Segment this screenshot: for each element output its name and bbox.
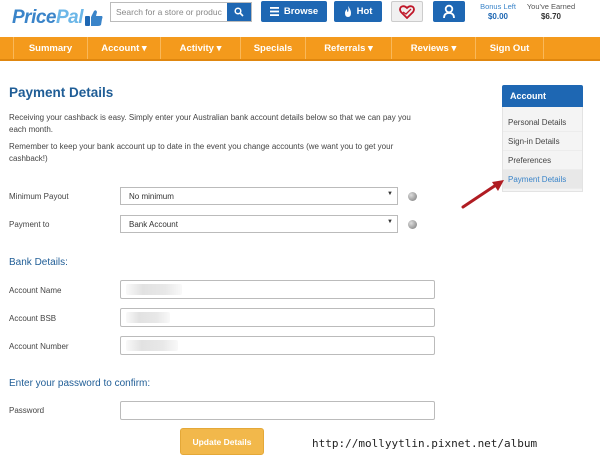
- nav-activity[interactable]: Activity ▾: [161, 37, 241, 59]
- chevron-down-icon: ▼: [387, 191, 393, 197]
- account-name-redacted: [126, 284, 182, 295]
- bonus-left: Bonus Left $0.00: [475, 2, 521, 22]
- bonus-left-label: Bonus Left: [480, 2, 516, 11]
- page-title: Payment Details: [9, 85, 114, 100]
- nav-specials[interactable]: Specials: [241, 37, 306, 59]
- password-field[interactable]: [120, 401, 435, 420]
- list-icon: [269, 7, 279, 16]
- payment-to-value: Bank Account: [129, 219, 178, 229]
- browse-label: Browse: [283, 6, 319, 17]
- favourites-button[interactable]: [391, 1, 423, 22]
- flame-icon: [344, 6, 352, 17]
- payment-to-label: Payment to: [9, 220, 50, 229]
- search-box: [110, 2, 252, 22]
- watermark: http://mollyytlin.pixnet.net/album: [312, 437, 538, 450]
- account-bsb-redacted: [126, 312, 170, 323]
- annotation-arrow-icon: [461, 180, 504, 209]
- header: PricePal Browse Hot: [0, 0, 600, 37]
- account-number-label: Account Number: [9, 342, 69, 351]
- hot-label: Hot: [356, 6, 373, 17]
- hot-button[interactable]: Hot: [334, 1, 382, 22]
- you-earned-value: $6.70: [540, 12, 562, 21]
- chevron-down-icon: ▼: [387, 219, 393, 225]
- sidebar-menu: Personal Details Sign-in Details Prefere…: [502, 107, 583, 192]
- account-name-label: Account Name: [9, 286, 62, 295]
- thumbs-up-icon: [85, 10, 103, 26]
- help-icon[interactable]: [408, 192, 417, 201]
- nav-reviews[interactable]: Reviews ▾: [392, 37, 476, 59]
- sidebar-item-personal-details[interactable]: Personal Details: [503, 113, 582, 132]
- nav-sign-out[interactable]: Sign Out: [476, 37, 544, 59]
- reminder-text: Remember to keep your bank account up to…: [9, 142, 394, 163]
- minimum-payout-select[interactable]: No minimum ▼: [120, 187, 398, 205]
- sidebar-item-preferences[interactable]: Preferences: [503, 151, 582, 170]
- logo-text-pal: Pal: [55, 7, 84, 28]
- bank-details-heading: Bank Details:: [9, 257, 68, 268]
- account-number-redacted: [126, 340, 178, 351]
- main-nav: Summary Account ▾ Activity ▾ Specials Re…: [0, 37, 600, 61]
- bonus-left-value: $0.00: [487, 12, 509, 21]
- you-earned: You've Earned $6.70: [523, 2, 579, 22]
- search-icon: [234, 7, 244, 17]
- confirm-password-heading: Enter your password to confirm:: [9, 378, 151, 389]
- sidebar-title: Account: [502, 85, 583, 107]
- search-input[interactable]: [111, 3, 227, 21]
- heart-icon: [399, 4, 415, 19]
- account-sidebar: Account Personal Details Sign-in Details…: [502, 85, 583, 192]
- sidebar-item-sign-in-details[interactable]: Sign-in Details: [503, 132, 582, 151]
- you-earned-label: You've Earned: [526, 2, 576, 11]
- update-details-button[interactable]: Update Details: [180, 428, 264, 455]
- account-button[interactable]: [433, 1, 465, 22]
- password-label: Password: [9, 406, 45, 415]
- nav-account[interactable]: Account ▾: [88, 37, 161, 59]
- nav-referrals[interactable]: Referrals ▾: [306, 37, 392, 59]
- payment-to-select[interactable]: Bank Account ▼: [120, 215, 398, 233]
- account-bsb-label: Account BSB: [9, 314, 57, 323]
- minimum-payout-label: Minimum Payout: [9, 192, 69, 201]
- nav-summary[interactable]: Summary: [13, 37, 88, 59]
- pricepal-logo[interactable]: PricePal: [12, 4, 104, 32]
- browse-button[interactable]: Browse: [261, 1, 327, 22]
- help-icon[interactable]: [408, 220, 417, 229]
- intro-text: Receiving your cashback is easy. Simply …: [9, 113, 411, 134]
- logo-text: PricePal: [12, 7, 84, 29]
- user-icon: [443, 4, 455, 19]
- logo-text-price: Price: [12, 7, 56, 28]
- search-button[interactable]: [227, 3, 251, 21]
- sidebar-item-payment-details[interactable]: Payment Details: [503, 170, 582, 189]
- minimum-payout-value: No minimum: [129, 191, 174, 201]
